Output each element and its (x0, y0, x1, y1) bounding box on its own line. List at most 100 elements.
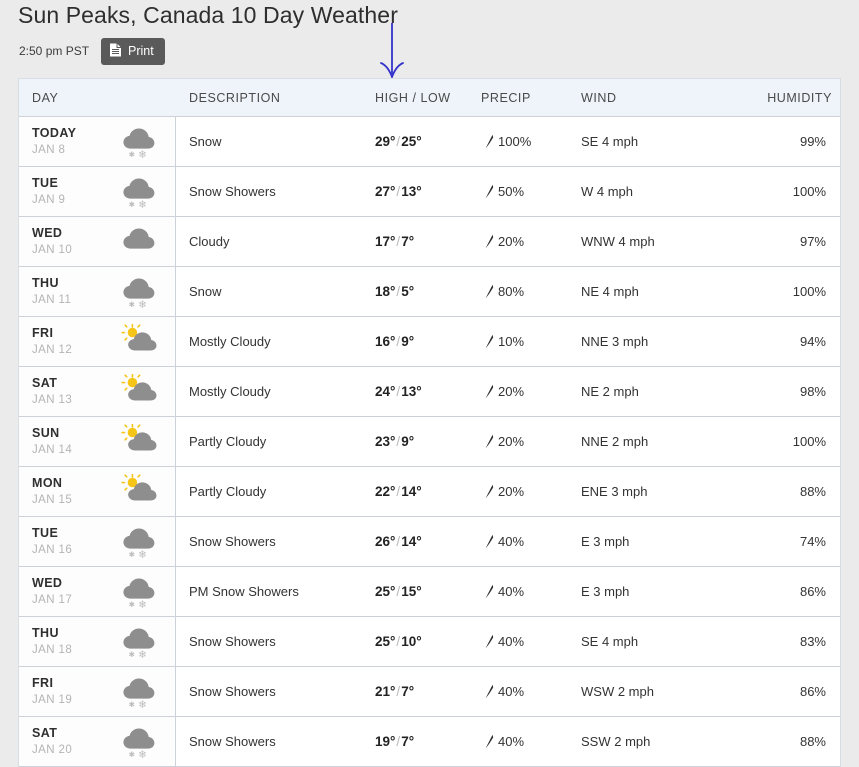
day-text: TODAY JAN 8 (32, 126, 76, 158)
column-header-day[interactable]: DAY (19, 79, 176, 116)
table-row[interactable]: THU JAN 18 ✱ ❄ Snow Showers 25°/10° 40% SE 4 mp… (19, 617, 840, 667)
precip-drop-icon (485, 734, 494, 749)
page-title: Sun Peaks, Canada 10 Day Weather (18, 2, 398, 28)
high-temp: 23° (375, 434, 396, 449)
precip-cell: 10% (468, 317, 568, 366)
high-low-cell: 23°/9° (362, 417, 468, 466)
description-cell: Partly Cloudy (189, 484, 267, 499)
column-header-high-low[interactable]: HIGH / LOW (362, 79, 468, 116)
table-row[interactable]: SUN JAN 14 Partly Cloudy 23°/9° 20% NNE 2 mph… (19, 417, 840, 467)
table-row[interactable]: TUE JAN 16 ✱ ❄ Snow Showers 26°/14° 40% E 3 mph… (19, 517, 840, 567)
description-cell: Partly Cloudy (189, 434, 267, 449)
precip-value: 20% (498, 384, 525, 399)
svg-text:❄: ❄ (138, 199, 147, 210)
sun-behind-cloud-icon (121, 473, 157, 501)
table-row[interactable]: WED JAN 10 Cloudy 17°/7° 20% WNW 4 mph 97% (19, 217, 840, 267)
table-row[interactable]: THU JAN 11 ✱ ❄ Snow 18°/5° 80% NE 4 mph 100% (19, 267, 840, 317)
day-date: JAN 11 (32, 294, 72, 307)
print-button[interactable]: Print (101, 38, 165, 65)
day-date: JAN 13 (32, 394, 73, 407)
day-date: JAN 19 (32, 694, 73, 707)
day-cell: FRI JAN 12 (19, 317, 176, 366)
high-temp: 25° (375, 634, 396, 649)
high-low-cell: 22°/14° (362, 467, 468, 516)
description-cell: Snow Showers (189, 684, 276, 699)
high-low-cell: 16°/9° (362, 317, 468, 366)
snow-icon: ✱ ❄ (123, 278, 155, 310)
column-header-precip[interactable]: PRECIP (468, 79, 568, 116)
sun-behind-cloud-icon (121, 423, 157, 451)
column-header-description[interactable]: DESCRIPTION (176, 79, 362, 116)
day-name: TUE (32, 525, 59, 540)
humidity-cell: 83% (799, 634, 826, 649)
low-temp: 5° (401, 284, 415, 299)
svg-text:❄: ❄ (138, 549, 147, 560)
page-header-banner: Sun Peaks, Canada 10 Day Weather 2:50 pm… (0, 0, 859, 78)
humidity-cell: 98% (799, 384, 826, 399)
day-cell: SAT JAN 13 (19, 367, 176, 416)
precip-drop-icon (485, 684, 494, 699)
precip-cell: 40% (468, 567, 568, 616)
precip-drop-icon (485, 534, 494, 549)
sun-behind-cloud-icon (121, 323, 157, 351)
description-cell: Snow (189, 284, 222, 299)
print-button-label: Print (128, 44, 154, 58)
precip-value: 40% (498, 684, 525, 699)
table-row[interactable]: SAT JAN 20 ✱ ❄ Snow Showers 19°/7° 40% SSW 2 mp… (19, 717, 840, 767)
wind-cell: NE 4 mph (581, 284, 639, 299)
day-name: MON (32, 475, 63, 490)
snow-icon: ✱ ❄ (123, 178, 155, 210)
column-header-wind[interactable]: WIND (568, 79, 758, 116)
day-name: WED (32, 225, 63, 240)
svg-text:✱: ✱ (129, 550, 135, 559)
low-temp: 15° (401, 584, 422, 599)
low-temp: 7° (401, 234, 415, 249)
table-row[interactable]: TUE JAN 9 ✱ ❄ Snow Showers 27°/13° 50% W 4 mph 1… (19, 167, 840, 217)
table-row[interactable]: SAT JAN 13 Mostly Cloudy 24°/13° 20% NE 2 mph… (19, 367, 840, 417)
precip-cell: 20% (468, 467, 568, 516)
svg-text:✱: ✱ (129, 600, 135, 609)
snow-icon: ✱ ❄ (123, 728, 155, 760)
high-low-cell: 24°/13° (362, 367, 468, 416)
high-temp: 24° (375, 384, 396, 399)
precip-cell: 40% (468, 617, 568, 666)
day-cell: FRI JAN 19 ✱ ❄ (19, 667, 176, 716)
day-date: JAN 15 (32, 494, 73, 507)
humidity-cell: 99% (799, 134, 826, 149)
high-temp: 22° (375, 484, 396, 499)
snow-icon: ✱ ❄ (123, 628, 155, 660)
column-header-humidity[interactable]: HUMIDITY (758, 79, 840, 116)
header-meta-row: 2:50 pm PST Print (19, 38, 165, 65)
precip-drop-icon (485, 284, 494, 299)
day-name: SUN (32, 425, 60, 440)
day-date: JAN 9 (32, 194, 66, 207)
high-low-cell: 21°/7° (362, 667, 468, 716)
day-name: WED (32, 575, 63, 590)
precip-value: 40% (498, 734, 525, 749)
precip-drop-icon (485, 134, 494, 149)
day-text: SAT JAN 20 (32, 726, 72, 758)
svg-text:❄: ❄ (138, 149, 147, 160)
day-cell: SUN JAN 14 (19, 417, 176, 466)
humidity-cell: 97% (799, 234, 826, 249)
day-cell: WED JAN 17 ✱ ❄ (19, 567, 176, 616)
precip-cell: 50% (468, 167, 568, 216)
table-row[interactable]: FRI JAN 12 Mostly Cloudy 16°/9° 10% NNE 3 mph… (19, 317, 840, 367)
table-row[interactable]: FRI JAN 19 ✱ ❄ Snow Showers 21°/7° 40% WSW 2 mp… (19, 667, 840, 717)
day-date: JAN 20 (32, 744, 73, 757)
day-cell: WED JAN 10 (19, 217, 176, 266)
svg-text:✱: ✱ (129, 300, 135, 309)
svg-text:❄: ❄ (138, 599, 147, 610)
precip-value: 40% (498, 534, 525, 549)
low-temp: 13° (401, 384, 422, 399)
snow-icon: ✱ ❄ (123, 678, 155, 710)
table-header-row: DAY DESCRIPTION HIGH / LOW PRECIP WIND H… (19, 79, 840, 117)
precip-value: 100% (498, 134, 532, 149)
svg-text:✱: ✱ (129, 200, 135, 209)
table-row[interactable]: WED JAN 17 ✱ ❄ PM Snow Showers 25°/15° 40% E 3 … (19, 567, 840, 617)
description-cell: Snow Showers (189, 534, 276, 549)
table-row[interactable]: MON JAN 15 Partly Cloudy 22°/14° 20% ENE 3 mp… (19, 467, 840, 517)
table-row[interactable]: TODAY JAN 8 ✱ ❄ Snow 29°/25° 100% SE 4 mph 99% (19, 117, 840, 167)
precip-cell: 20% (468, 417, 568, 466)
high-low-cell: 26°/14° (362, 517, 468, 566)
